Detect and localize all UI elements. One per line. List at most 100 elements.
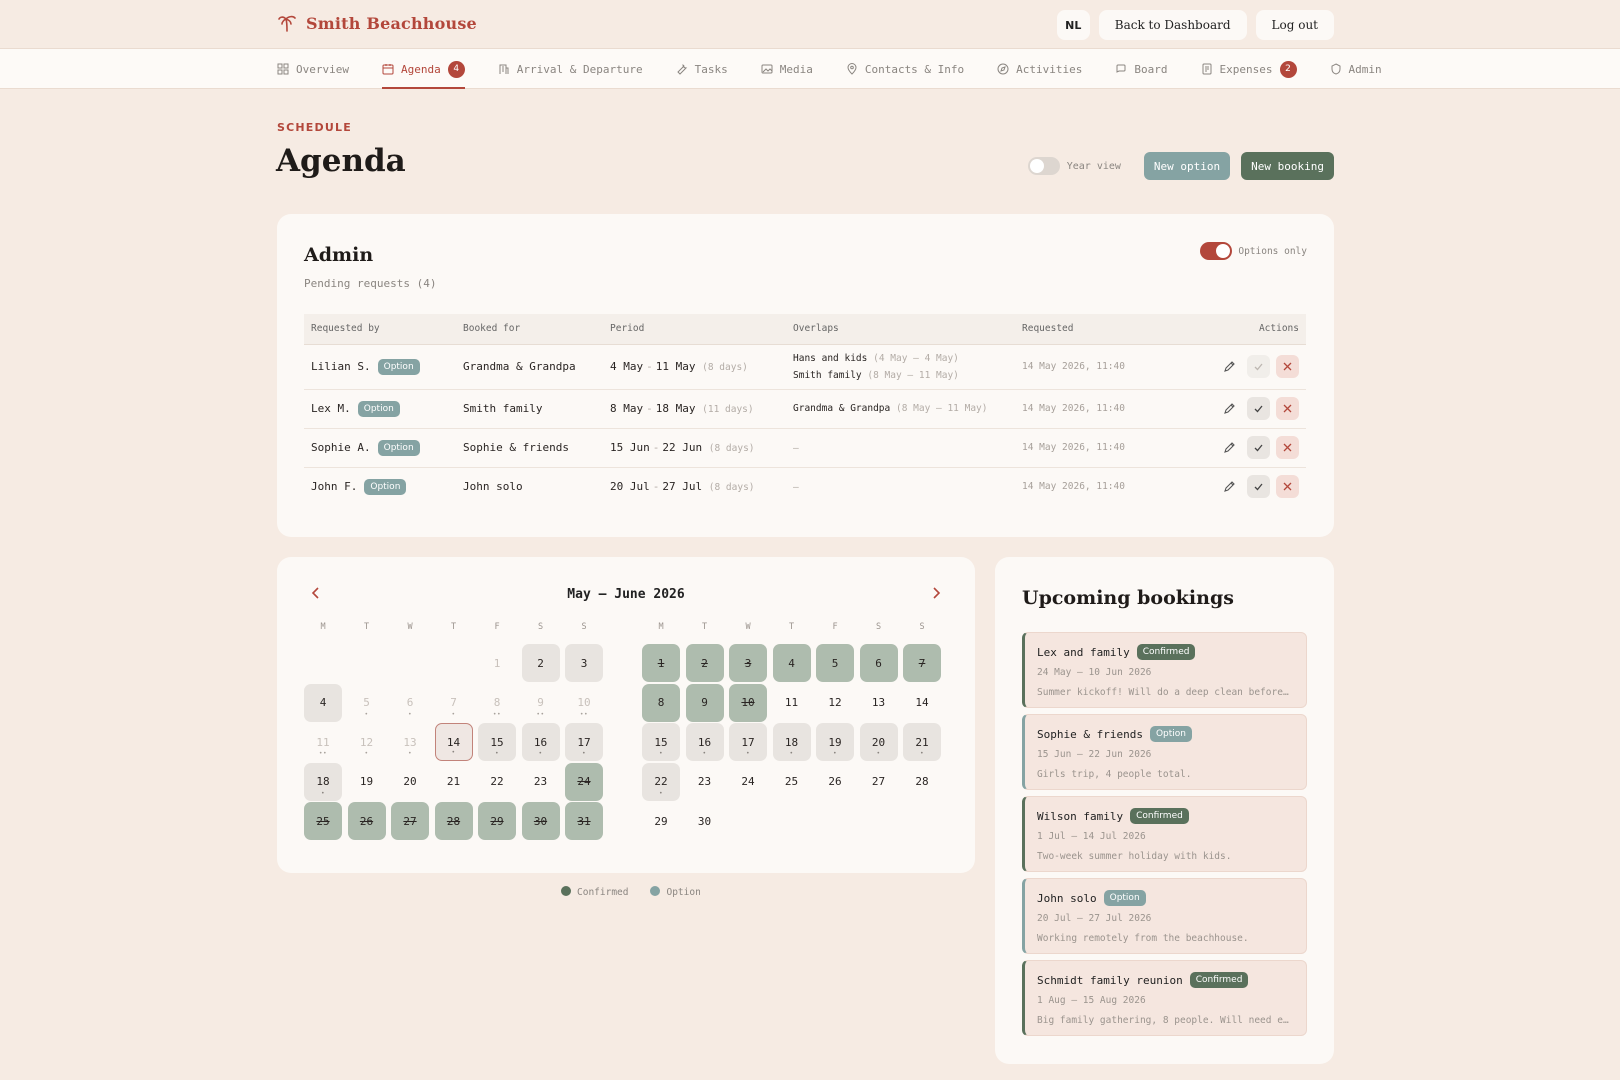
- calendar-day[interactable]: 12: [348, 723, 386, 761]
- calendar-day[interactable]: 4: [304, 683, 342, 722]
- tab-arrival-departure[interactable]: Arrival & Departure: [498, 49, 643, 89]
- calendar-day[interactable]: 10: [729, 683, 767, 722]
- edit-button[interactable]: [1218, 355, 1241, 378]
- tab-admin[interactable]: Admin: [1330, 49, 1382, 89]
- chevron-right-icon[interactable]: [931, 587, 941, 599]
- calendar-day[interactable]: 15: [642, 723, 680, 761]
- calendar-day[interactable]: 9: [685, 683, 724, 722]
- booking-item[interactable]: Lex and family Confirmed 24 May — 10 Jun 2…: [1022, 632, 1307, 708]
- tab-agenda[interactable]: Agenda 4: [381, 49, 465, 89]
- reject-button[interactable]: [1276, 355, 1299, 378]
- calendar-day[interactable]: 17: [729, 723, 767, 761]
- calendar-day[interactable]: 13: [391, 723, 429, 761]
- calendar-day[interactable]: 21: [435, 763, 473, 801]
- calendar-day[interactable]: 2: [685, 644, 724, 682]
- calendar-day[interactable]: 21: [903, 723, 941, 761]
- new-booking-button[interactable]: New booking: [1241, 152, 1334, 180]
- tab-board[interactable]: Board: [1115, 49, 1168, 89]
- calendar-day[interactable]: 3: [565, 644, 603, 682]
- calendar-day[interactable]: 30: [686, 802, 724, 840]
- calendar-day[interactable]: 23: [686, 763, 724, 801]
- calendar-day[interactable]: 29: [642, 802, 680, 840]
- calendar-day[interactable]: 24: [729, 763, 767, 801]
- calendar-day[interactable]: 27: [391, 802, 429, 840]
- calendar-day[interactable]: 13: [860, 684, 898, 722]
- calendar-day[interactable]: 30: [521, 802, 560, 840]
- calendar-day[interactable]: 22: [642, 762, 680, 801]
- calendar-day[interactable]: 14: [903, 684, 941, 722]
- booking-item[interactable]: Sophie & friends Option 15 Jun — 22 Jun 20…: [1022, 714, 1307, 790]
- calendar-day[interactable]: 17: [565, 723, 603, 761]
- weekday-label: M: [320, 622, 326, 632]
- calendar-day[interactable]: 15: [478, 723, 516, 761]
- booking-item[interactable]: Wilson family Confirmed 1 Jul — 14 Jul 202…: [1022, 796, 1307, 872]
- calendar-day[interactable]: 5: [816, 644, 854, 682]
- calendar-day[interactable]: 6: [859, 644, 898, 682]
- approve-button[interactable]: [1247, 436, 1270, 459]
- calendar-day[interactable]: 25: [304, 802, 342, 840]
- calendar-day[interactable]: 23: [522, 763, 560, 801]
- calendar-day[interactable]: 9: [522, 684, 560, 722]
- reject-button[interactable]: [1276, 475, 1299, 499]
- calendar-day[interactable]: 24: [565, 762, 603, 801]
- calendar-day[interactable]: 20: [859, 723, 898, 761]
- calendar-day[interactable]: 31: [565, 802, 603, 840]
- language-button[interactable]: NL: [1056, 10, 1090, 40]
- calendar-day-today[interactable]: 14: [434, 723, 473, 761]
- calendar-day[interactable]: 7: [903, 644, 941, 682]
- calendar-day[interactable]: 19: [348, 763, 386, 801]
- calendar-day[interactable]: 1: [642, 644, 680, 682]
- calendar-day[interactable]: 20: [391, 763, 429, 801]
- edit-button[interactable]: [1218, 475, 1241, 498]
- tab-activities[interactable]: Activities: [997, 49, 1082, 89]
- calendar-day[interactable]: 1: [478, 644, 516, 682]
- brand[interactable]: Smith Beachhouse: [277, 13, 477, 33]
- calendar-day[interactable]: 19: [816, 723, 854, 761]
- tab-contacts-info[interactable]: Contacts & Info: [846, 49, 964, 89]
- year-view-toggle[interactable]: [1027, 157, 1060, 175]
- reject-button[interactable]: [1276, 397, 1299, 420]
- calendar-day[interactable]: 11: [304, 723, 342, 761]
- booking-item[interactable]: John solo Option 20 Jul — 27 Jul 2026 Worki…: [1022, 878, 1307, 954]
- edit-button[interactable]: [1218, 436, 1241, 459]
- calendar-day[interactable]: 11: [773, 684, 811, 722]
- back-to-dashboard-button[interactable]: Back to Dashboard: [1098, 10, 1247, 40]
- options-only-toggle[interactable]: [1200, 242, 1233, 260]
- calendar-day[interactable]: 27: [860, 763, 898, 801]
- calendar-day[interactable]: 8: [642, 683, 680, 722]
- approve-button[interactable]: [1247, 475, 1270, 499]
- calendar-day[interactable]: 16: [521, 723, 560, 761]
- calendar-day[interactable]: 12: [816, 684, 854, 722]
- calendar-day[interactable]: 2: [521, 644, 560, 682]
- reject-button[interactable]: [1276, 436, 1299, 459]
- tab-expenses[interactable]: Expenses 2: [1201, 49, 1297, 89]
- grid-icon: [277, 63, 289, 75]
- booking-item[interactable]: Schmidt family reunion Confirmed 1 Aug — 1…: [1022, 960, 1307, 1036]
- approve-button[interactable]: [1247, 355, 1270, 378]
- calendar-day[interactable]: 10: [565, 684, 603, 722]
- calendar-day[interactable]: 29: [478, 802, 516, 840]
- calendar-day[interactable]: 8: [478, 684, 516, 722]
- new-option-button[interactable]: New option: [1143, 152, 1231, 180]
- calendar-day[interactable]: 16: [685, 723, 724, 761]
- calendar-day[interactable]: 18: [304, 762, 342, 801]
- calendar-day[interactable]: 6: [391, 684, 429, 722]
- calendar-day[interactable]: 3: [729, 644, 767, 682]
- tab-overview[interactable]: Overview: [277, 49, 349, 89]
- calendar-day[interactable]: 25: [773, 763, 811, 801]
- calendar-day[interactable]: 18: [772, 723, 811, 761]
- calendar-day[interactable]: 28: [903, 763, 941, 801]
- logout-button[interactable]: Log out: [1255, 10, 1334, 40]
- calendar-day[interactable]: 4: [772, 644, 811, 682]
- calendar-day[interactable]: 26: [347, 802, 386, 840]
- approve-button[interactable]: [1247, 397, 1270, 420]
- tab-tasks[interactable]: Tasks: [676, 49, 728, 89]
- tab-media[interactable]: Media: [761, 49, 813, 89]
- calendar-day[interactable]: 5: [348, 684, 386, 722]
- calendar-day[interactable]: 28: [434, 802, 473, 840]
- calendar-day[interactable]: 26: [816, 763, 854, 801]
- overlap-item: Smith family (8 May – 11 May): [793, 369, 959, 381]
- calendar-day[interactable]: 7: [435, 684, 473, 722]
- edit-button[interactable]: [1218, 397, 1241, 420]
- calendar-day[interactable]: 22: [478, 763, 516, 801]
